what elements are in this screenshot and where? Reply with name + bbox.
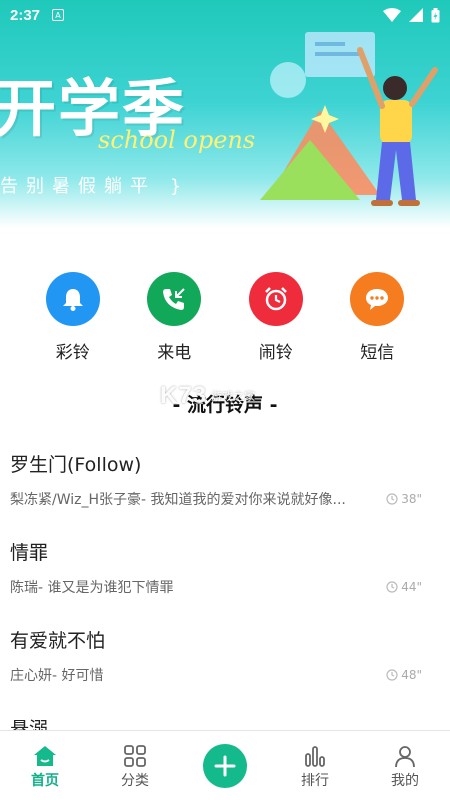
message-icon: [350, 272, 405, 326]
bottom-nav: 首页 分类 排行 我的: [0, 730, 450, 800]
list-item[interactable]: 情罪 陈瑞- 谁又是为谁犯下情罪 44": [0, 528, 450, 616]
user-icon: [393, 742, 417, 770]
song-list: 罗生门(Follow) 梨冻紧/Wiz_H张子豪- 我知道我的爱对你来说就好像.…: [0, 440, 450, 744]
category-label: 来电: [157, 343, 192, 363]
category-alarm[interactable]: 闹铃: [236, 272, 316, 364]
bar-chart-icon: [303, 742, 327, 770]
nav-ranking[interactable]: 排行: [275, 742, 355, 790]
song-duration: 44": [386, 580, 422, 594]
nav-label: 排行: [301, 772, 329, 789]
add-icon: [203, 743, 247, 788]
clock-icon: [386, 669, 398, 681]
category-label: 闹铃: [258, 343, 293, 363]
clock-icon: [386, 493, 398, 505]
nav-home[interactable]: 首页: [5, 742, 85, 790]
song-duration: 38": [386, 492, 422, 506]
song-meta: 梨冻紧/Wiz_H张子豪- 我知道我的爱对你来说就好像...: [10, 492, 346, 508]
banner-school-text: school opens: [98, 126, 256, 154]
nav-profile[interactable]: 我的: [365, 742, 445, 790]
watermark-text: 游戏之家: [211, 390, 256, 403]
list-item[interactable]: 罗生门(Follow) 梨冻紧/Wiz_H张子豪- 我知道我的爱对你来说就好像.…: [0, 440, 450, 528]
status-time: 2:37: [10, 6, 41, 24]
sim-icon: A: [52, 9, 65, 21]
grid-icon: [123, 742, 147, 770]
banner-subtitle: 告别暑假躺平 }: [0, 176, 190, 197]
category-label: 彩铃: [55, 343, 90, 363]
category-label: 短信: [360, 343, 395, 363]
song-duration: 48": [386, 668, 422, 682]
nav-label: 分类: [121, 772, 149, 789]
song-title: 情罪: [10, 542, 49, 564]
list-item[interactable]: 有爱就不怕 庄心妍- 好可惜 48": [0, 616, 450, 704]
song-title: 有爱就不怕: [10, 630, 106, 652]
category-ringback[interactable]: 彩铃: [33, 272, 113, 364]
song-meta: 陈瑞- 谁又是为谁犯下情罪: [10, 580, 174, 596]
nav-category[interactable]: 分类: [95, 742, 175, 790]
nav-label: 首页: [31, 772, 59, 789]
nav-add[interactable]: [185, 743, 265, 788]
watermark-logo: K73 游戏之家: [160, 382, 256, 409]
banner-illustration: [260, 32, 438, 206]
alarm-clock-icon: [248, 272, 303, 326]
banner[interactable]: 2:37 A 开学季 school opens 告别暑假躺平 }: [0, 0, 450, 228]
home-icon: [32, 742, 58, 770]
category-row: 彩铃 来电 闹铃 短信: [0, 272, 450, 364]
song-title: 罗生门(Follow): [10, 454, 142, 476]
incoming-call-icon: [147, 272, 202, 326]
bell-icon: [45, 272, 100, 326]
song-meta: 庄心妍- 好可惜: [10, 668, 104, 684]
nav-label: 我的: [391, 772, 419, 789]
clock-icon: [386, 581, 398, 593]
category-incoming[interactable]: 来电: [134, 272, 214, 364]
category-sms[interactable]: 短信: [337, 272, 417, 364]
